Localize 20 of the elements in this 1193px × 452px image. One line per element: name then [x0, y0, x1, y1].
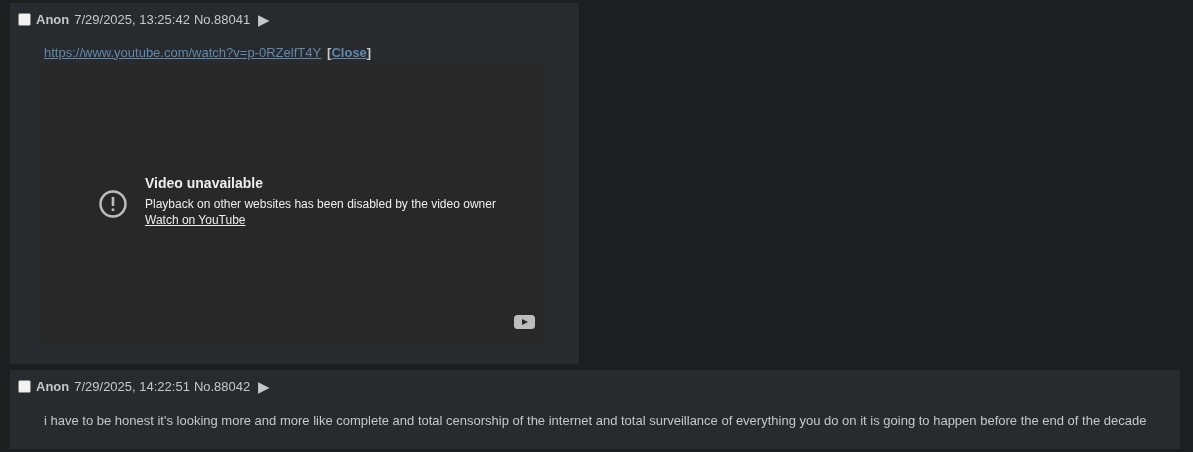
checkbox[interactable]: [18, 13, 31, 26]
poster-name: Anon: [36, 12, 70, 27]
bracket: [: [327, 44, 332, 60]
video-link[interactable]: https://www.youtube.com/watch?v=p-0RZelfT4Y: [44, 44, 322, 60]
post-date: 7/29/2025, 13:25:42: [74, 12, 190, 27]
post-date: 7/29/2025, 14:22:51: [74, 379, 190, 394]
expand-button[interactable]: ▶: [258, 10, 271, 29]
alert-icon: [98, 189, 128, 219]
video-message: Playback on other websites has been disabled by the video owner: [145, 196, 496, 212]
bracket: ]: [366, 44, 372, 60]
watch-link[interactable]: Watch on YouTube: [145, 213, 246, 227]
post-number[interactable]: No.88041: [193, 12, 251, 27]
video-title: Video unavailable: [145, 175, 264, 191]
checkbox[interactable]: [18, 380, 31, 393]
poster-name: Anon: [36, 379, 70, 394]
play-logo-icon[interactable]: [514, 315, 535, 329]
post-number[interactable]: No.88042: [193, 379, 251, 394]
expand-button[interactable]: ▶: [258, 377, 271, 396]
close-link[interactable]: Close: [331, 44, 367, 60]
post-comment: i have to be honest it's looking more and more like complete and total censorship of the internet and total surveillance of everything you do on it is going to happen before the end of the decade: [44, 413, 1148, 428]
